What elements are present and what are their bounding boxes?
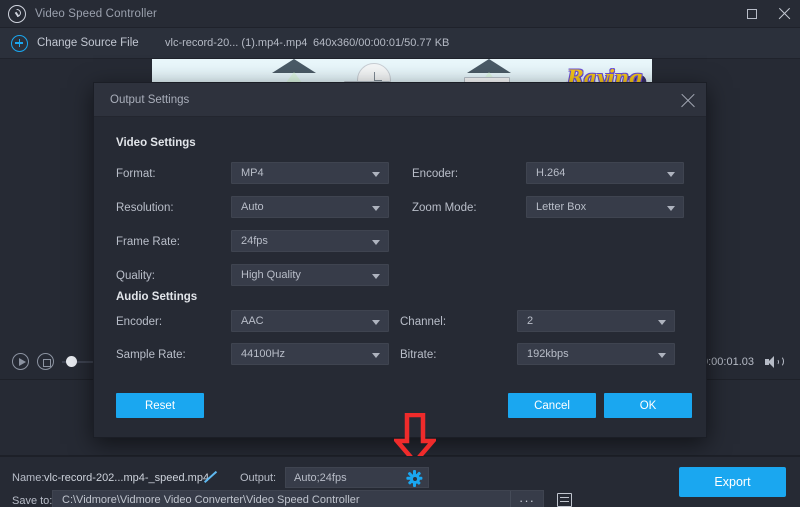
app-window: Video Speed Controller Change Source Fil… [0,0,800,507]
chevron-down-icon [667,172,675,177]
format-value: MP4 [241,167,264,179]
output-label: Output: [240,472,276,484]
quality-select[interactable]: High Quality [231,264,389,286]
chevron-down-icon [372,240,380,245]
bitrate-value: 192kbps [527,348,569,360]
chevron-down-icon [372,320,380,325]
output-file-name: vlc-record-202...mp4-_speed.mp4 [44,472,209,484]
resolution-value: Auto [241,201,264,213]
resolution-label: Resolution: [116,202,174,214]
change-source-file-button[interactable]: Change Source File [37,37,139,49]
audio-encoder-select[interactable]: AAC [231,310,389,332]
bitrate-select[interactable]: 192kbps [517,343,675,365]
audio-settings-heading: Audio Settings [116,291,197,303]
chevron-down-icon [372,206,380,211]
gear-icon[interactable] [407,471,422,486]
compass-icon [8,5,26,23]
play-icon[interactable] [12,353,29,370]
preview-lamp-left [272,59,316,73]
seek-slider-handle[interactable] [66,356,77,367]
preview-lamp-right [467,59,511,73]
chevron-down-icon [658,320,666,325]
quality-label: Quality: [116,270,155,282]
window-title: Video Speed Controller [35,8,157,20]
pencil-icon[interactable] [204,470,218,484]
stop-icon[interactable] [37,353,54,370]
zoom-mode-select[interactable]: Letter Box [526,196,684,218]
reset-button[interactable]: Reset [116,393,204,418]
maximize-button[interactable] [736,0,768,28]
chevron-down-icon [372,172,380,177]
chevron-down-icon [372,274,380,279]
dialog-close-icon[interactable] [680,92,696,108]
channel-select[interactable]: 2 [517,310,675,332]
channel-label: Channel: [400,316,446,328]
sample-rate-label: Sample Rate: [116,349,186,361]
video-settings-heading: Video Settings [116,137,196,149]
output-format-value: Auto;24fps [294,472,347,484]
dialog-title: Output Settings [110,94,189,106]
source-file-name: vlc-record-20... (1).mp4-.mp4 [165,37,307,49]
close-button[interactable] [768,0,800,28]
output-settings-dialog: Output Settings Video Settings Format: M… [93,82,707,438]
quality-value: High Quality [241,269,301,281]
maximize-icon [747,9,757,19]
channel-value: 2 [527,315,533,327]
toolbar: Change Source File vlc-record-20... (1).… [0,28,800,59]
frame-rate-label: Frame Rate: [116,236,180,248]
sample-rate-select[interactable]: 44100Hz [231,343,389,365]
chevron-down-icon [372,353,380,358]
window-controls [736,0,800,28]
export-button[interactable]: Export [679,467,786,497]
save-to-field[interactable]: C:\Vidmore\Vidmore Video Converter\Video… [52,490,544,507]
bitrate-label: Bitrate: [400,349,436,361]
audio-encoder-label: Encoder: [116,316,162,328]
chevron-down-icon [667,206,675,211]
zoom-mode-value: Letter Box [536,201,586,213]
save-to-label: Save to: [12,495,52,507]
format-select[interactable]: MP4 [231,162,389,184]
resolution-select[interactable]: Auto [231,196,389,218]
bottom-bar: Name: vlc-record-202...mp4-_speed.mp4 Ou… [0,456,800,507]
speaker-icon[interactable] [765,355,783,369]
cancel-button[interactable]: Cancel [508,393,596,418]
dialog-footer: Reset Cancel OK [94,375,706,437]
video-encoder-label: Encoder: [412,168,458,180]
frame-rate-select[interactable]: 24fps [231,230,389,252]
close-icon [778,7,791,20]
ok-button[interactable]: OK [604,393,692,418]
folder-icon[interactable] [556,491,574,507]
output-format-field[interactable]: Auto;24fps [285,467,429,488]
video-encoder-value: H.264 [536,167,565,179]
title-bar: Video Speed Controller [0,0,800,28]
save-to-value: C:\Vidmore\Vidmore Video Converter\Video… [62,494,360,506]
video-encoder-select[interactable]: H.264 [526,162,684,184]
dialog-body: Video Settings Format: MP4 Encoder: H.26… [94,117,706,377]
audio-encoder-value: AAC [241,315,264,327]
format-label: Format: [116,168,156,180]
plus-circle-icon[interactable] [11,35,28,52]
zoom-mode-label: Zoom Mode: [412,202,477,214]
frame-rate-value: 24fps [241,235,268,247]
source-file-meta: 640x360/00:00:01/50.77 KB [313,37,449,49]
chevron-down-icon [658,353,666,358]
browse-button[interactable]: ··· [510,491,543,507]
name-label: Name: [12,472,44,484]
dialog-header: Output Settings [94,83,706,117]
sample-rate-value: 44100Hz [241,348,285,360]
